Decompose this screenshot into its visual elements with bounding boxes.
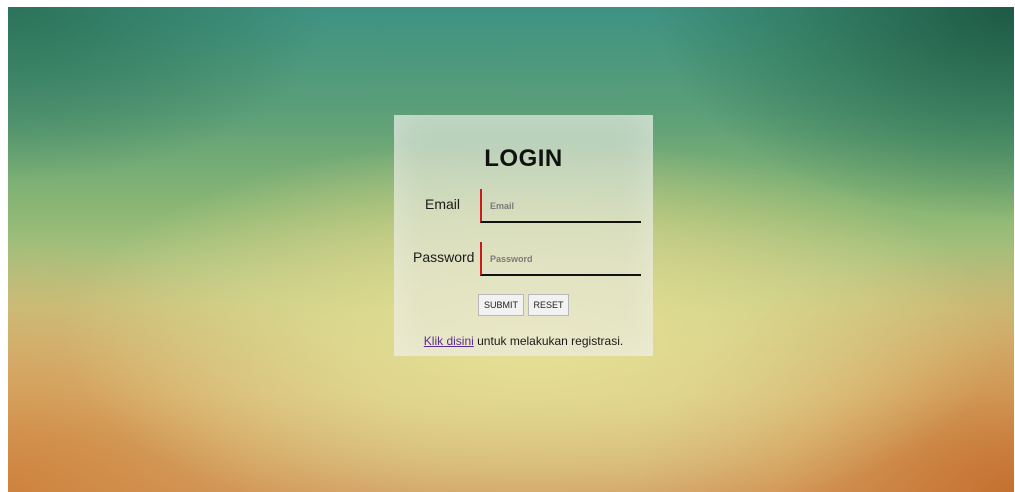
email-label: Email (425, 196, 461, 212)
password-placeholder: Password (490, 254, 533, 264)
password-input[interactable]: Password (480, 242, 641, 276)
login-form: LOGIN Email Email Password Password SUBM… (394, 115, 653, 356)
email-placeholder: Email (490, 201, 515, 211)
login-title: LOGIN (484, 145, 563, 172)
reset-button[interactable]: RESET (528, 294, 569, 316)
register-text: untuk melakukan registrasi. (473, 334, 624, 348)
password-label: Password (413, 249, 475, 265)
background-gradient: LOGIN Email Email Password Password SUBM… (8, 7, 1014, 492)
email-input[interactable]: Email (480, 189, 641, 223)
register-link[interactable]: Klik disini (424, 334, 474, 348)
register-line: Klik disini untuk melakukan registrasi. (394, 334, 653, 348)
submit-button[interactable]: SUBMIT (478, 294, 524, 316)
